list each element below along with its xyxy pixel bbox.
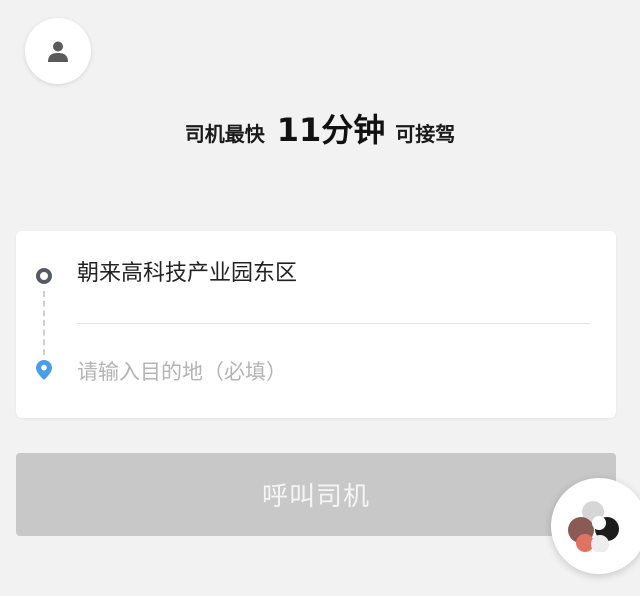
route-connector xyxy=(43,291,45,355)
user-icon xyxy=(48,41,68,62)
location-pin-icon xyxy=(36,360,52,380)
assistant-floating-button[interactable] xyxy=(551,478,640,574)
eta-suffix: 可接驾 xyxy=(395,122,456,146)
route-divider xyxy=(77,323,590,324)
route-card: 朝来高科技产业园东区 xyxy=(16,231,616,418)
eta-prefix: 司机最快 xyxy=(184,122,265,146)
destination-input[interactable] xyxy=(77,355,577,389)
eta-message: 司机最快 11分钟 可接驾 xyxy=(0,108,640,158)
origin-dot-icon xyxy=(36,268,52,284)
call-driver-button[interactable]: 呼叫司机 xyxy=(16,453,616,536)
assistant-bubble-icon xyxy=(568,501,619,552)
eta-time: 11分钟 xyxy=(276,111,386,149)
profile-button[interactable] xyxy=(25,18,91,84)
origin-field[interactable]: 朝来高科技产业园东区 xyxy=(77,259,297,289)
